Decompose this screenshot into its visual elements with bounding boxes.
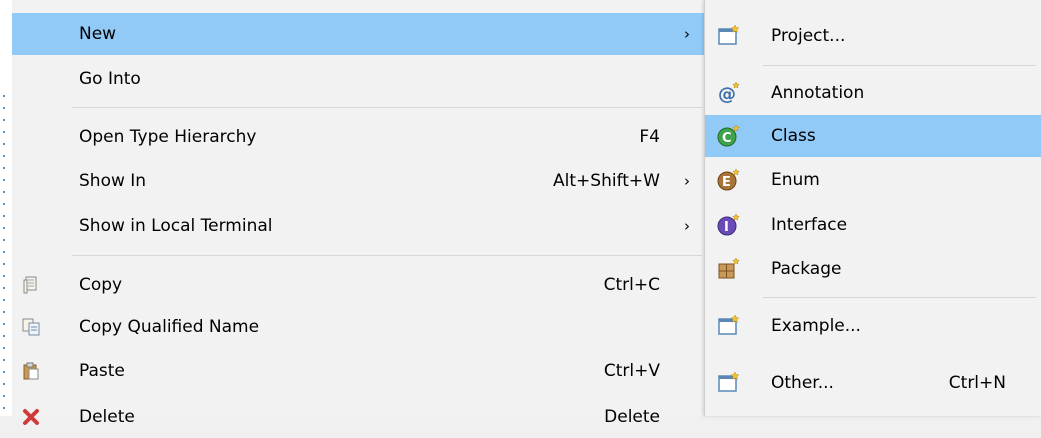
menu-item-new[interactable]: New › bbox=[12, 13, 706, 55]
enum-icon: E bbox=[717, 168, 741, 192]
menu-item-label: Go Into bbox=[79, 69, 141, 89]
menu-item-paste[interactable]: Paste Ctrl+V bbox=[12, 350, 706, 392]
other-wizard-icon bbox=[717, 371, 741, 395]
menu-separator bbox=[72, 255, 702, 256]
svg-text:E: E bbox=[722, 175, 731, 190]
svg-text:@: @ bbox=[718, 84, 736, 105]
submenu-item-label: Class bbox=[771, 126, 816, 146]
submenu-item-label: Package bbox=[771, 259, 842, 279]
submenu-item-package[interactable]: Package bbox=[705, 248, 1041, 290]
menu-item-label: Delete bbox=[79, 407, 135, 427]
submenu-separator bbox=[763, 65, 1036, 66]
submenu-item-enum[interactable]: E Enum bbox=[705, 159, 1041, 201]
menu-item-label: Show In bbox=[79, 171, 147, 191]
submenu-arrow-icon: › bbox=[684, 172, 690, 190]
submenu-item-label: Interface bbox=[771, 215, 848, 235]
menu-item-copy-qualified-name[interactable]: Copy Qualified Name bbox=[12, 306, 706, 348]
tree-guide-dots bbox=[3, 95, 5, 416]
class-icon: C bbox=[717, 124, 741, 148]
submenu-arrow-icon: › bbox=[684, 217, 690, 235]
menu-item-label: Open Type Hierarchy bbox=[79, 127, 257, 147]
submenu-item-annotation[interactable]: @ Annotation bbox=[705, 72, 1041, 114]
submenu-item-label: Example... bbox=[771, 316, 861, 336]
svg-text:I: I bbox=[724, 220, 729, 235]
submenu-separator bbox=[763, 297, 1036, 298]
delete-icon bbox=[22, 408, 40, 426]
example-icon bbox=[717, 314, 741, 338]
submenu-item-class[interactable]: C Class bbox=[705, 115, 1041, 157]
copy-qualified-name-icon bbox=[22, 318, 40, 336]
annotation-icon: @ bbox=[717, 81, 741, 105]
submenu-item-label: Project... bbox=[771, 26, 846, 46]
menu-item-label: Copy bbox=[79, 275, 123, 295]
paste-icon bbox=[22, 362, 40, 380]
copy-icon bbox=[22, 276, 40, 294]
submenu-item-interface[interactable]: I Interface bbox=[705, 204, 1041, 246]
menu-item-show-in[interactable]: Show In Alt+Shift+W › bbox=[12, 160, 706, 202]
submenu-item-shortcut: Ctrl+N bbox=[948, 373, 1006, 393]
submenu-item-label: Other... bbox=[771, 373, 834, 393]
submenu-item-project[interactable]: Project... bbox=[705, 15, 1041, 57]
menu-item-label: Copy Qualified Name bbox=[79, 317, 260, 337]
new-submenu: Project... @ Annotation C Class E Enum I… bbox=[704, 0, 1041, 416]
menu-item-shortcut: Ctrl+C bbox=[603, 275, 660, 295]
submenu-item-other[interactable]: Other... Ctrl+N bbox=[705, 362, 1041, 404]
menu-item-shortcut: Ctrl+V bbox=[603, 361, 660, 381]
submenu-item-example[interactable]: Example... bbox=[705, 305, 1041, 347]
interface-icon: I bbox=[717, 213, 741, 237]
package-icon bbox=[717, 257, 741, 281]
menu-item-open-type-hierarchy[interactable]: Open Type Hierarchy F4 bbox=[12, 116, 706, 158]
svg-text:C: C bbox=[722, 131, 732, 146]
menu-item-label: Paste bbox=[79, 361, 125, 381]
submenu-item-label: Annotation bbox=[771, 83, 865, 103]
new-project-icon bbox=[717, 24, 741, 48]
menu-item-shortcut: Alt+Shift+W bbox=[553, 171, 660, 191]
menu-item-show-in-local-terminal[interactable]: Show in Local Terminal › bbox=[12, 205, 706, 247]
menu-item-copy[interactable]: Copy Ctrl+C bbox=[12, 264, 706, 306]
submenu-arrow-icon: › bbox=[684, 25, 690, 43]
menu-item-label: New bbox=[79, 24, 117, 44]
menu-separator bbox=[72, 107, 702, 108]
menu-item-delete[interactable]: Delete Delete bbox=[12, 396, 706, 438]
context-menu: New › Go Into Open Type Hierarchy F4 Sho… bbox=[12, 0, 706, 427]
menu-item-shortcut: Delete bbox=[604, 407, 660, 427]
submenu-item-label: Enum bbox=[771, 170, 820, 190]
menu-item-label: Show in Local Terminal bbox=[79, 216, 273, 236]
menu-item-shortcut: F4 bbox=[639, 127, 660, 147]
menu-item-go-into[interactable]: Go Into bbox=[12, 58, 706, 100]
